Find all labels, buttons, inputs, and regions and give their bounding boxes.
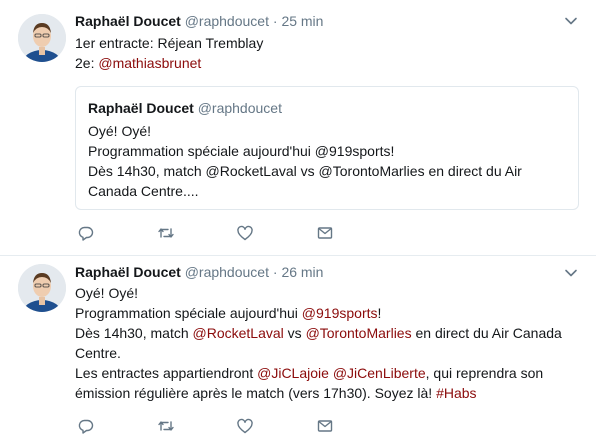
quoted-line: Programmation spéciale aujourd'hui @919s…	[88, 143, 395, 159]
quoted-line: Oyé! Oyé!	[88, 123, 152, 139]
tweet-line: Programmation spéciale aujourd'hui @919s…	[75, 303, 580, 323]
mention-link[interactable]: @919sports	[302, 305, 378, 321]
tweet-line: Centre.	[75, 345, 121, 361]
tweet-line: Oyé! Oyé!	[75, 285, 139, 301]
text-span: émission régulière après le match (vers …	[75, 385, 437, 401]
text-span: !	[377, 305, 382, 321]
chevron-down-icon[interactable]	[564, 14, 578, 28]
timestamp[interactable]: 26 min	[281, 264, 323, 280]
author-name[interactable]: Raphaël Doucet	[75, 13, 181, 29]
tweet-line: 2e: @mathiasbrunet	[75, 53, 580, 73]
avatar[interactable]	[18, 14, 66, 62]
tweet-actions	[75, 224, 375, 244]
quoted-tweet-text: Oyé! Oyé! Programmation spéciale aujourd…	[88, 121, 568, 201]
quoted-author-name: Raphaël Doucet	[88, 100, 194, 116]
quoted-tweet-header: Raphaël Doucet @raphdoucet	[88, 99, 282, 117]
reply-icon[interactable]	[77, 417, 97, 437]
text-span: 2e:	[75, 55, 99, 71]
text-span: en direct du Air Canada	[411, 325, 562, 341]
quoted-line: Canada Centre....	[88, 183, 199, 199]
quoted-author-handle: @raphdoucet	[197, 100, 282, 116]
message-icon[interactable]	[316, 417, 336, 437]
author-name[interactable]: Raphaël Doucet	[75, 264, 181, 280]
quoted-tweet[interactable]: Raphaël Doucet @raphdoucet Oyé! Oyé! Pro…	[75, 86, 579, 210]
mention-link[interactable]: @mathiasbrunet	[98, 55, 201, 71]
chevron-down-icon[interactable]	[564, 266, 578, 280]
mention-link[interactable]: @TorontoMarlies	[306, 325, 412, 341]
reply-icon[interactable]	[77, 224, 97, 244]
retweet-icon[interactable]	[157, 224, 177, 244]
tweet-line: Dès 14h30, match @RocketLaval vs @Toront…	[75, 323, 580, 343]
mention-link[interactable]: @JiCLajoie	[257, 365, 329, 381]
tweet-line: émission régulière après le match (vers …	[75, 383, 580, 403]
timestamp[interactable]: 25 min	[281, 13, 323, 29]
quoted-line: Dès 14h30, match @RocketLaval vs @Toront…	[88, 163, 522, 179]
tweet[interactable]: Raphaël Doucet @raphdoucet · 26 min Oyé!…	[0, 257, 596, 442]
mention-link[interactable]: @RocketLaval	[193, 325, 284, 341]
tweet-line: 1er entracte: Réjean Tremblay	[75, 35, 264, 51]
like-icon[interactable]	[236, 417, 256, 437]
tweet-text: 1er entracte: Réjean Tremblay 2e: @mathi…	[75, 33, 580, 73]
retweet-icon[interactable]	[157, 417, 177, 437]
tweet-text: Oyé! Oyé! Programmation spéciale aujourd…	[75, 283, 580, 403]
like-icon[interactable]	[236, 224, 256, 244]
message-icon[interactable]	[316, 224, 336, 244]
tweet-line: Les entractes appartiendront @JiCLajoie …	[75, 363, 580, 383]
tweet-header: Raphaël Doucet @raphdoucet · 26 min	[75, 263, 323, 281]
text-span: , qui reprendra son	[425, 365, 544, 381]
hashtag-link[interactable]: #Habs	[436, 385, 476, 401]
separator-dot: ·	[272, 13, 278, 29]
tweet[interactable]: Raphaël Doucet @raphdoucet · 25 min 1er …	[0, 0, 596, 256]
tweet-actions	[75, 417, 375, 437]
separator-dot: ·	[272, 264, 278, 280]
tweet-header: Raphaël Doucet @raphdoucet · 25 min	[75, 12, 323, 30]
author-handle[interactable]: @raphdoucet	[185, 264, 269, 280]
text-span: Dès 14h30, match	[75, 325, 193, 341]
text-span: vs	[283, 325, 306, 341]
text-span: Les entractes appartiendront	[75, 365, 258, 381]
mention-link[interactable]: @JiCenLiberte	[333, 365, 426, 381]
avatar[interactable]	[18, 264, 66, 312]
author-handle[interactable]: @raphdoucet	[185, 13, 269, 29]
text-span: Programmation spéciale aujourd'hui	[75, 305, 302, 321]
